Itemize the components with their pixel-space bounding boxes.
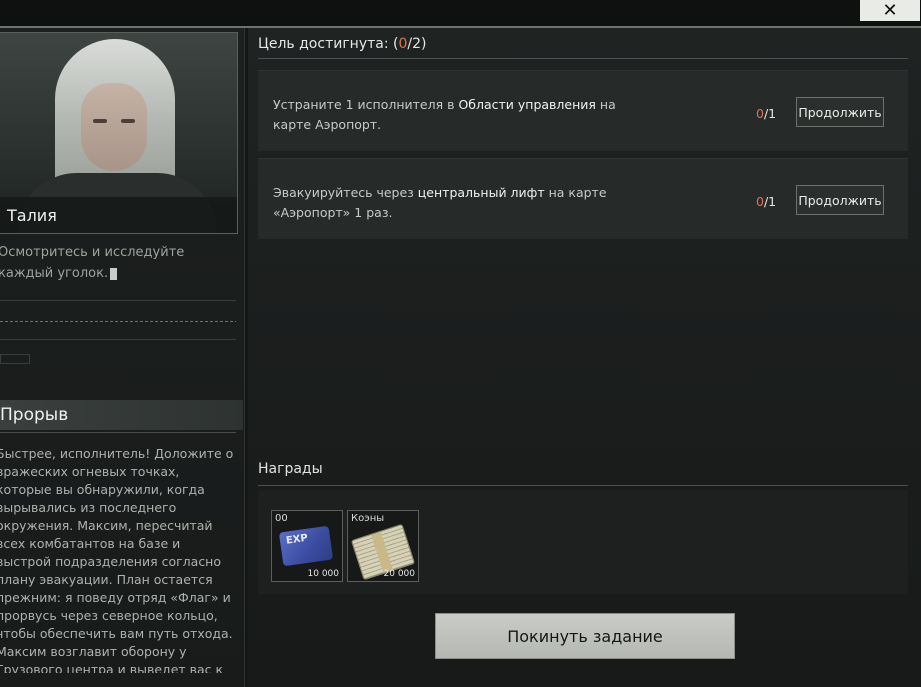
- objective-progress-value: 0: [756, 194, 764, 209]
- reward-amount: 20 000: [383, 569, 416, 579]
- continue-button[interactable]: Продолжить: [796, 185, 884, 215]
- waveform-line: [0, 321, 236, 322]
- portrait-face: [81, 83, 147, 171]
- portrait-eye: [93, 119, 107, 123]
- objective-text-pre: Эвакуируйтесь через: [273, 185, 418, 200]
- character-portrait: Талия: [0, 32, 238, 234]
- continue-button[interactable]: Продолжить: [796, 97, 884, 127]
- exp-card-icon: EXP: [278, 525, 334, 567]
- rewards-title: Награды: [258, 461, 323, 477]
- reward-amount: 10 000: [307, 569, 340, 579]
- reward-item-coins[interactable]: Коэны 20 000: [347, 510, 419, 582]
- rewards-list: 00 EXP 10 000 Коэны 20 000: [258, 490, 908, 594]
- character-intro-text: Осмотритесь и исследуйте каждый уголок.: [0, 245, 185, 281]
- objectives-header: Цель достигнута: (0/2): [258, 36, 427, 52]
- audio-waveform: [0, 300, 236, 340]
- objective-progress: 0/1: [756, 194, 776, 209]
- mission-info-panel: Талия Осмотритесь и исследуйте каждый уг…: [0, 28, 245, 687]
- objective-text-pre: Устраните 1 исполнителя в: [273, 97, 459, 112]
- objectives-header-suffix: /2): [407, 36, 427, 52]
- objective-item: Эвакуируйтесь через центральный лифт на …: [258, 158, 908, 239]
- top-bar: ✕: [0, 0, 921, 28]
- objective-location: Области управления: [458, 97, 596, 112]
- objective-text: Эвакуируйтесь через центральный лифт на …: [273, 183, 633, 223]
- close-button[interactable]: ✕: [860, 0, 920, 21]
- objective-location: центральный лифт: [417, 185, 545, 200]
- reward-label: 00: [275, 513, 288, 524]
- character-intro: Осмотритесь и исследуйте каждый уголок.: [0, 242, 234, 284]
- mission-story: Быстрее, исполнитель! Доложите о вражеск…: [0, 446, 234, 673]
- divider: [258, 58, 908, 59]
- objectives-header-prefix: Цель достигнута: (: [258, 36, 399, 52]
- reward-label: Коэны: [351, 513, 385, 524]
- mission-title: Прорыв: [0, 400, 243, 430]
- objective-progress-total: /1: [763, 106, 777, 121]
- objective-item: Устраните 1 исполнителя в Области управл…: [258, 70, 908, 151]
- objective-progress-value: 0: [756, 106, 764, 121]
- character-name: Талия: [0, 197, 237, 233]
- cash-band: [371, 531, 393, 573]
- reward-item-exp[interactable]: 00 EXP 10 000: [271, 510, 343, 582]
- text-cursor: [110, 267, 118, 280]
- divider: [0, 432, 236, 433]
- small-tag: [0, 354, 30, 364]
- leave-mission-button[interactable]: Покинуть задание: [435, 613, 735, 659]
- objectives-panel: Цель достигнута: (0/2) Устраните 1 испол…: [248, 28, 921, 687]
- divider: [258, 485, 908, 486]
- portrait-eye: [121, 119, 135, 123]
- objective-text: Устраните 1 исполнителя в Области управл…: [273, 95, 633, 135]
- objective-progress: 0/1: [756, 106, 776, 121]
- objective-progress-total: /1: [763, 194, 777, 209]
